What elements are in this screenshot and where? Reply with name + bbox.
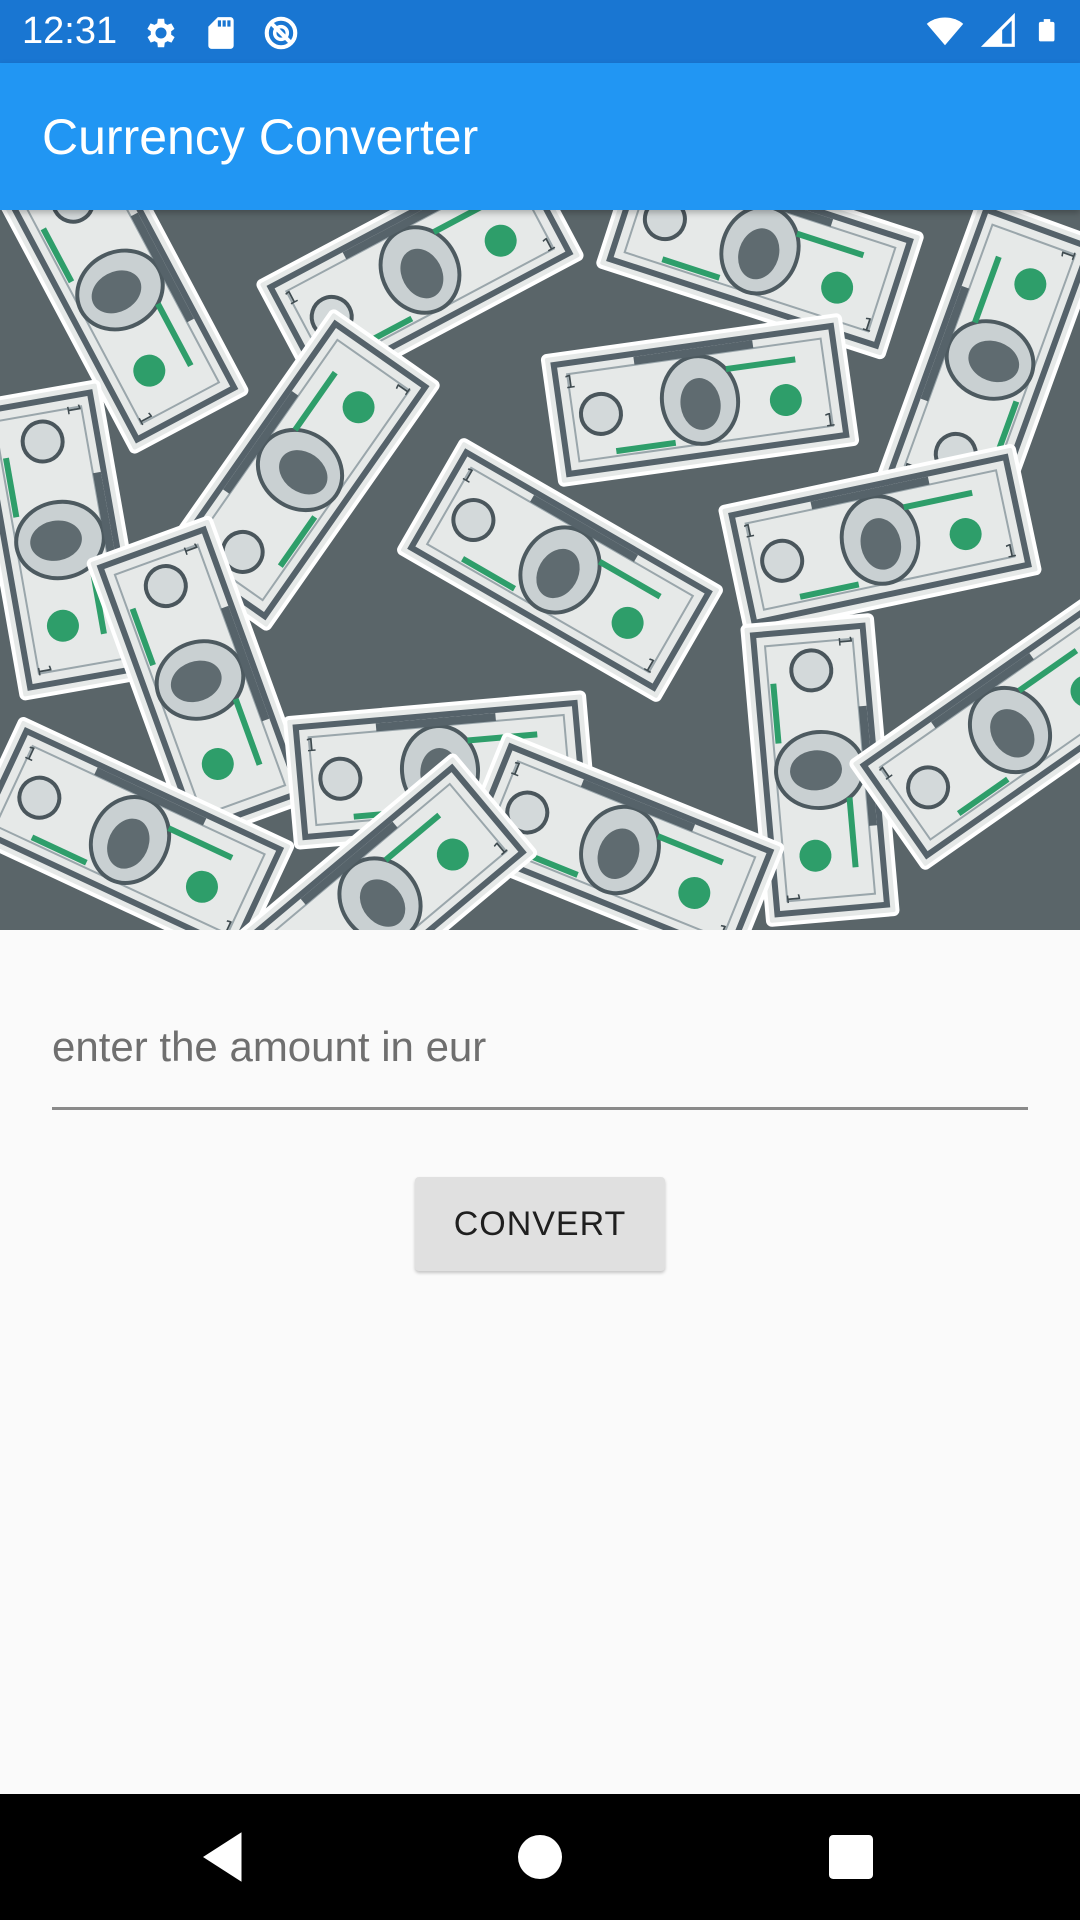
amount-input[interactable] <box>52 1000 1028 1110</box>
cell-signal-icon <box>980 12 1015 47</box>
wifi-icon <box>926 17 964 46</box>
status-bar: 12:31 <box>0 0 1080 63</box>
status-notification-icons <box>142 14 300 50</box>
back-icon[interactable] <box>192 1824 258 1890</box>
dollar-bills-image: 1 1 <box>0 210 1080 930</box>
banner-image: 1 1 <box>0 210 1080 930</box>
sd-card-icon <box>208 17 234 49</box>
sync-disabled-icon <box>264 16 298 50</box>
recents-icon[interactable] <box>818 1824 884 1890</box>
app-title: Currency Converter <box>42 109 479 165</box>
app-bar: Currency Converter <box>0 63 1080 210</box>
settings-icon <box>147 18 175 48</box>
convert-button[interactable]: CONVERT <box>415 1177 665 1271</box>
battery-icon <box>1038 19 1055 42</box>
home-icon[interactable] <box>507 1824 573 1890</box>
navigation-bar <box>0 1794 1080 1920</box>
status-system-icons <box>926 12 1060 50</box>
status-time: 12:31 <box>22 10 118 52</box>
